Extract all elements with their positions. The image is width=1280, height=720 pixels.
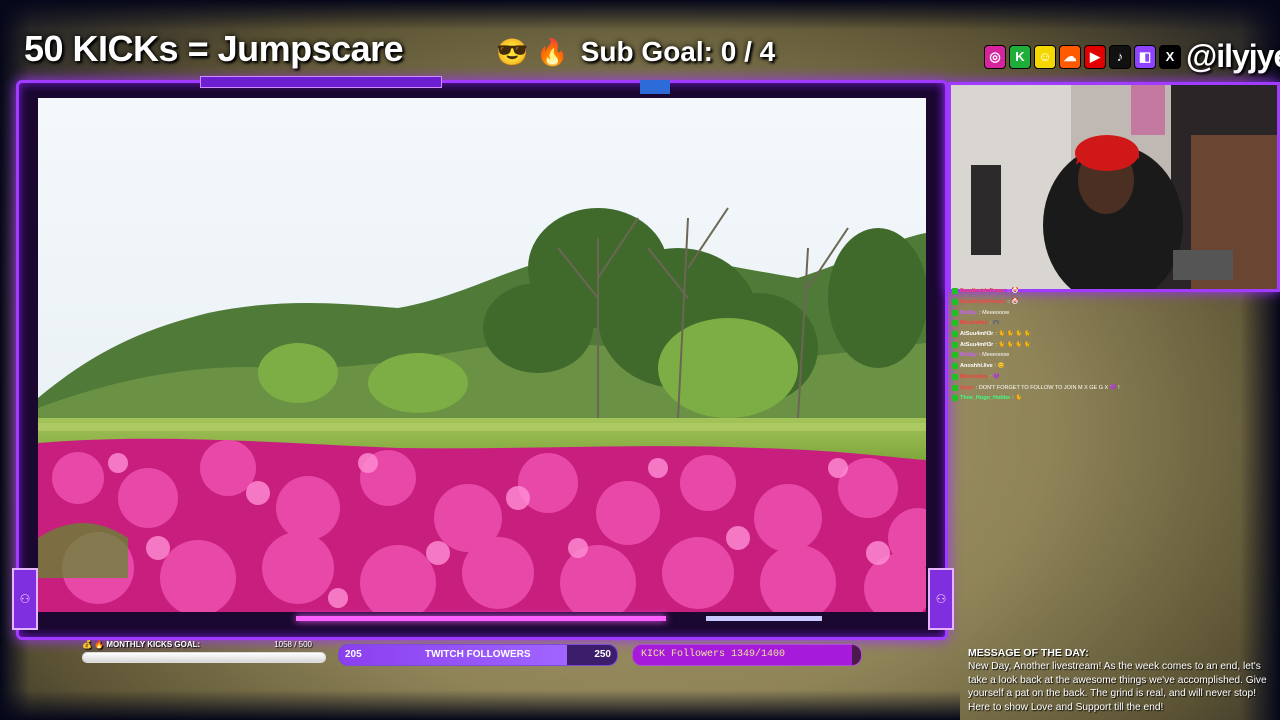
kick-badge-icon [952,352,958,359]
chat-username: DeadInsidePeace [960,288,1006,295]
webcam-streamer-image [951,85,1277,289]
chat-text: :: 🤡 [1007,288,1019,295]
snapchat-icon: ☺ [1034,44,1056,69]
fire-emoji-icon: 🔥 [536,37,569,67]
kick-badge-icon [952,384,958,391]
chat-username: Micshelles [960,320,988,327]
monthly-kicks-goal: 💰 🔥 MONTHLY KICKS GOAL: 1058 / 500 [82,638,326,666]
chat-username: AtSuu4mH3r [960,341,994,348]
kick-badge-icon [952,331,958,338]
chat-message: AtSuu4mH3r: 🐈 🐈 🐈 🐈 [952,329,1252,340]
kick-followers-bar: KICK Followers 1349/1400 [632,644,862,666]
sub-goal-widget: 😎 🔥 Sub Goal: 0 / 4 [496,36,775,68]
chat-message: Bobby: Meeeooow [952,350,1252,361]
kicks-goal-track [82,652,326,663]
kick-badge-icon [952,363,958,370]
chat-panel: DeadInsidePeace:: 🤡 DeadInsidePeace:: 🤡 Bo… [952,286,1252,406]
chat-message: ilyjye: DON'T FORGET TO FOLLOW TO JOIN M… [952,382,1252,393]
youtube-icon: ▶ [1084,44,1106,69]
kick-badge-icon [952,395,958,402]
chat-text: : 💜 [989,373,1000,380]
motd-heading: MESSAGE OF THE DAY: [968,647,1089,659]
frame-right-badge: ⚇ [928,568,954,630]
chat-text: : 🐈 🐈 🐈 🐈 [995,341,1031,348]
frame-top-accent [200,76,442,88]
chat-text: : Meeeooow [979,352,1010,359]
message-of-the-day: MESSAGE OF THE DAY: New Day, Another liv… [968,647,1268,714]
kicks-goal-value: 1058 / 500 [274,640,312,649]
motd-body: New Day, Another livestream! As the week… [968,661,1267,713]
chat-message: Thee_Hugo_Hobbs: 🐈 [952,393,1252,404]
kick-followers-label: KICK Followers 1349/1400 [641,649,786,660]
kick-badge-icon [952,341,958,348]
x-icon: X [1159,44,1181,69]
webcam-feed [948,82,1280,292]
game-screen-flower-field [38,98,926,612]
chat-message: Anoshhi.live: 😊 [952,361,1252,372]
top-shade [0,0,1280,30]
twitch-followers-end: 250 [594,649,611,660]
chat-username: Anoshhi.live [960,363,993,370]
chat-username: AtSuu4mH3r [960,331,994,338]
frame-bottom-glow-2 [706,616,822,621]
kicks-jumpscare-title: 50 KICKs = Jumpscare [24,28,404,69]
chat-username: Bobby [960,309,978,316]
chat-message: Micshelles: 🎮 [952,318,1252,329]
chat-message: Bobby: Meeeooow [952,307,1252,318]
chat-username: Thee_Hugo_Hobbs [960,395,1011,402]
sunglasses-emoji-icon: 😎 [496,37,529,67]
tiktok-icon: ♪ [1109,44,1131,69]
kick-badge-icon [952,320,958,327]
frame-top-accent-blue [640,80,670,94]
kick-badge-icon [952,373,958,380]
twitch-followers-label: TWITCH FOLLOWERS [425,649,531,660]
chat-text: : DON'T FORGET TO FOLLOW TO JOIN M X GE … [975,384,1120,391]
kicks-goal-label: 💰 🔥 MONTHLY KICKS GOAL: [82,640,201,649]
chat-text: : 🐈 🐈 🐈 🐈 [995,331,1031,338]
kick-badge-icon [952,309,958,316]
chat-lines: DeadInsidePeace:: 🤡 DeadInsidePeace:: 🤡 Bo… [952,286,1252,404]
chat-text: : 😊 [994,363,1005,370]
chat-message: DeadInsidePeace:: 🤡 [952,286,1252,297]
frame-bottom-glow [296,616,666,621]
chat-message: Micshelles: 💜 [952,372,1252,383]
twitch-followers-bar: 205 TWITCH FOLLOWERS 250 [338,644,618,666]
kick-badge-icon [952,288,958,295]
chat-text: : 🐈 [1012,395,1023,402]
social-links: ◎ K ☺ ☁ ▶ ♪ ◧ X @ilyjye [984,38,1280,75]
chat-text: : 🎮 [989,320,1000,327]
twitch-followers-start: 205 [345,649,362,660]
instagram-icon: ◎ [984,44,1006,69]
chat-message: DeadInsidePeace:: 🤡 [952,297,1252,308]
chat-username: Micshelles [960,373,988,380]
twitch-icon: ◧ [1134,44,1156,69]
sub-goal-text: Sub Goal: 0 / 4 [580,36,776,67]
kicks-goal-fill [83,653,325,662]
chat-username: Bobby [960,352,978,359]
streamer-handle: @ilyjye [1186,38,1280,74]
bottom-shade [0,690,960,720]
chat-text: : Meeeooow [979,309,1010,316]
chat-text: :: 🤡 [1007,299,1019,306]
social-icon-row: ◎ K ☺ ☁ ▶ ♪ ◧ X [984,44,1181,69]
chat-message: AtSuu4mH3r: 🐈 🐈 🐈 🐈 [952,339,1252,350]
chat-username: ilyjye [960,384,974,391]
flower-field-illustration [38,98,926,612]
frame-left-badge: ⚇ [12,568,38,630]
soundcloud-icon: ☁ [1059,44,1081,69]
kick-badge-icon [952,299,958,306]
kick-icon: K [1009,44,1031,69]
chat-username: DeadInsidePeace [960,299,1006,306]
